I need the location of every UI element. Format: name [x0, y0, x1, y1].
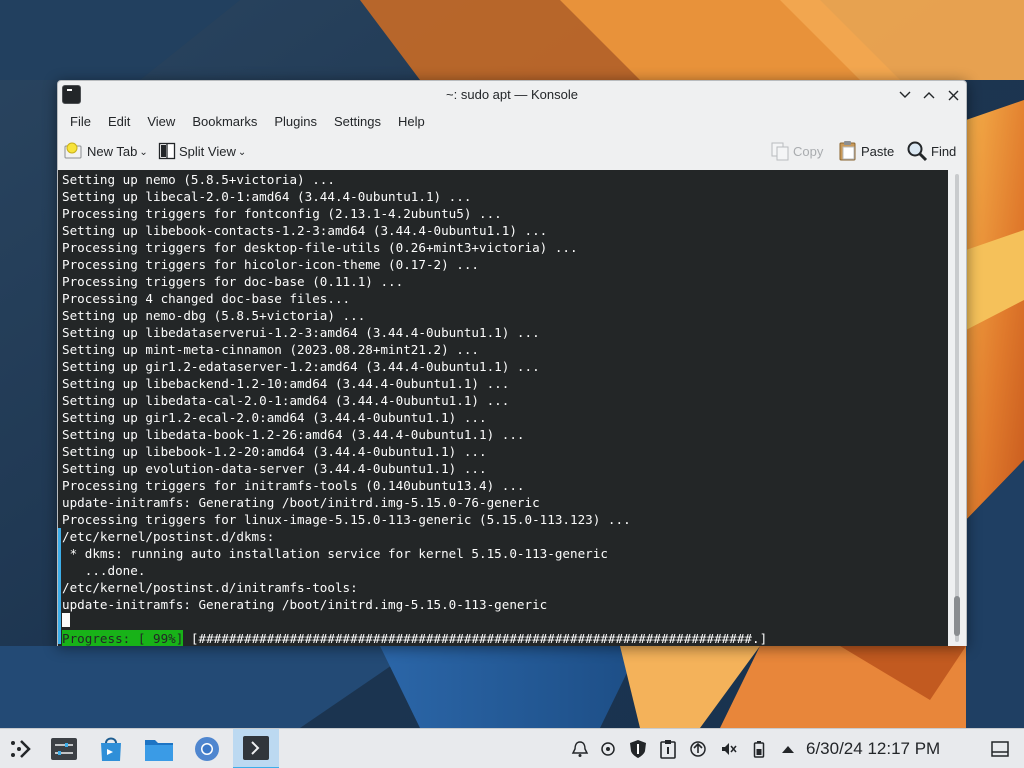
- split-view-button[interactable]: Split View ⌄: [158, 139, 246, 163]
- terminal-line: Setting up gir1.2-edataserver-1.2:amd64 …: [62, 359, 540, 374]
- system-settings-icon: [51, 738, 77, 760]
- chevron-up-icon: [923, 92, 935, 99]
- find-button[interactable]: Find: [906, 139, 956, 163]
- terminal-line: Processing triggers for fontconfig (2.13…: [62, 206, 502, 221]
- menu-bar: File Edit View Bookmarks Plugins Setting…: [58, 109, 966, 133]
- chevron-down-icon: ⌄: [139, 147, 148, 158]
- close-button[interactable]: [944, 86, 962, 104]
- split-view-label: Split View: [179, 143, 236, 159]
- progress-label: Progress: [ 99%]: [62, 630, 184, 646]
- chromium-icon: [195, 737, 219, 761]
- show-desktop-icon[interactable]: [990, 739, 1010, 759]
- terminal-line: Setting up libedataserverui-1.2-3:amd64 …: [62, 325, 540, 340]
- search-icon: [907, 141, 928, 162]
- terminal-line: Processing triggers for linux-image-5.15…: [62, 512, 631, 527]
- copy-button[interactable]: Copy: [770, 139, 823, 163]
- scroll-thumb[interactable]: [954, 596, 960, 636]
- chevron-down-icon: [899, 91, 911, 98]
- terminal-line: Setting up nemo (5.8.5+victoria) ...: [62, 172, 335, 187]
- chevron-down-icon: ⌄: [237, 147, 247, 158]
- output-marker: [58, 528, 61, 644]
- software-store-icon: [101, 737, 121, 761]
- menu-plugins[interactable]: Plugins: [267, 111, 324, 132]
- application-launcher-icon: [11, 740, 31, 758]
- notifications-icon[interactable]: [570, 739, 590, 759]
- window-title: ~: sudo apt — Konsole: [446, 87, 578, 102]
- paste-button[interactable]: Paste: [838, 139, 894, 163]
- terminal-cursor: [62, 613, 70, 627]
- maximize-button[interactable]: [920, 86, 938, 104]
- terminal-line: Processing triggers for initramfs-tools …: [62, 478, 525, 493]
- browser-button[interactable]: [191, 733, 223, 765]
- new-tab-icon: [64, 142, 82, 159]
- close-icon: [948, 90, 958, 100]
- terminal-line: /etc/kernel/postinst.d/dkms:: [62, 529, 275, 544]
- terminal-line: Processing triggers for doc-base (0.11.1…: [62, 274, 404, 289]
- progress-bar-text: [#######################################…: [183, 631, 768, 646]
- menu-edit[interactable]: Edit: [101, 111, 137, 132]
- battery-icon[interactable]: [749, 739, 769, 759]
- menu-view[interactable]: View: [140, 111, 182, 132]
- system-settings-button[interactable]: [48, 733, 80, 765]
- taskbar: 6/30/24 12:17 PM: [0, 728, 1024, 768]
- terminal-line: Setting up libebackend-1.2-10:amd64 (3.4…: [62, 376, 510, 391]
- kde-connect-icon[interactable]: [598, 739, 618, 759]
- terminal-output: Setting up nemo (5.8.5+victoria) ... Sett…: [62, 171, 631, 613]
- scroll-track[interactable]: [955, 174, 959, 642]
- clipboard-icon[interactable]: [658, 739, 678, 759]
- terminal-line: Setting up gir1.2-ecal-2.0:amd64 (3.44.4…: [62, 410, 487, 425]
- clock[interactable]: 6/30/24 12:17 PM: [806, 739, 940, 759]
- terminal-line: Setting up libedata-cal-2.0-1:amd64 (3.4…: [62, 393, 510, 408]
- find-label: Find: [931, 143, 957, 159]
- terminal-line: /etc/kernel/postinst.d/initramfs-tools:: [62, 580, 358, 595]
- paste-icon: [839, 141, 856, 161]
- file-manager-icon: [145, 740, 173, 761]
- terminal-line: * dkms: running auto installation servic…: [62, 546, 608, 561]
- terminal-line: Setting up libecal-2.0-1:amd64 (3.44.4-0…: [62, 189, 472, 204]
- menu-bookmarks[interactable]: Bookmarks: [185, 111, 264, 132]
- konsole-window: ~: sudo apt — Konsole File Edit View Boo…: [57, 80, 967, 646]
- menu-settings[interactable]: Settings: [327, 111, 388, 132]
- konsole-icon: [243, 736, 269, 760]
- new-tab-label: New Tab: [87, 143, 138, 159]
- terminal-line: update-initramfs: Generating /boot/initr…: [62, 597, 548, 612]
- terminal-line: Setting up libebook-contacts-1.2-3:amd64…: [62, 223, 548, 238]
- terminal-line: ...done.: [62, 563, 146, 578]
- terminal-line: Setting up libebook-1.2-20:amd64 (3.44.4…: [62, 444, 487, 459]
- terminal-line: Processing triggers for desktop-file-uti…: [62, 240, 578, 255]
- terminal-line: update-initramfs: Generating /boot/initr…: [62, 495, 540, 510]
- minimize-button[interactable]: [896, 86, 914, 104]
- terminal-line: Setting up mint-meta-cinnamon (2023.08.2…: [62, 342, 480, 357]
- volume-muted-icon[interactable]: [719, 739, 739, 759]
- application-launcher-button[interactable]: [4, 733, 36, 765]
- shield-icon[interactable]: [628, 739, 648, 759]
- terminal-line: Setting up libedata-book-1.2-26:amd64 (3…: [62, 427, 525, 442]
- vertical-scrollbar[interactable]: [948, 170, 966, 646]
- software-store-button[interactable]: [95, 733, 127, 765]
- terminal-line: Processing 4 changed doc-base files...: [62, 291, 351, 306]
- konsole-taskbar-button[interactable]: [233, 729, 279, 768]
- terminal-view[interactable]: Setting up nemo (5.8.5+victoria) ... Sett…: [58, 170, 948, 646]
- menu-file[interactable]: File: [63, 111, 98, 132]
- terminal-line: Setting up evolution-data-server (3.44.4…: [62, 461, 487, 476]
- tray-expand-icon[interactable]: [778, 739, 798, 759]
- toolbar: New Tab ⌄ Split View ⌄ Copy Paste Find: [58, 135, 966, 167]
- file-manager-button[interactable]: [143, 733, 175, 765]
- update-icon[interactable]: [688, 739, 708, 759]
- copy-label: Copy: [793, 143, 824, 159]
- new-tab-button[interactable]: New Tab ⌄: [64, 139, 148, 163]
- menu-help[interactable]: Help: [391, 111, 432, 132]
- progress-row: Progress: [ 99%] [######################…: [62, 630, 767, 646]
- split-view-icon: [158, 142, 176, 160]
- terminal-line: Setting up nemo-dbg (5.8.5+victoria) ...: [62, 308, 366, 323]
- copy-icon: [771, 142, 789, 161]
- terminal-line: Processing triggers for hicolor-icon-the…: [62, 257, 480, 272]
- title-bar[interactable]: ~: sudo apt — Konsole: [58, 81, 966, 109]
- paste-label: Paste: [861, 143, 895, 159]
